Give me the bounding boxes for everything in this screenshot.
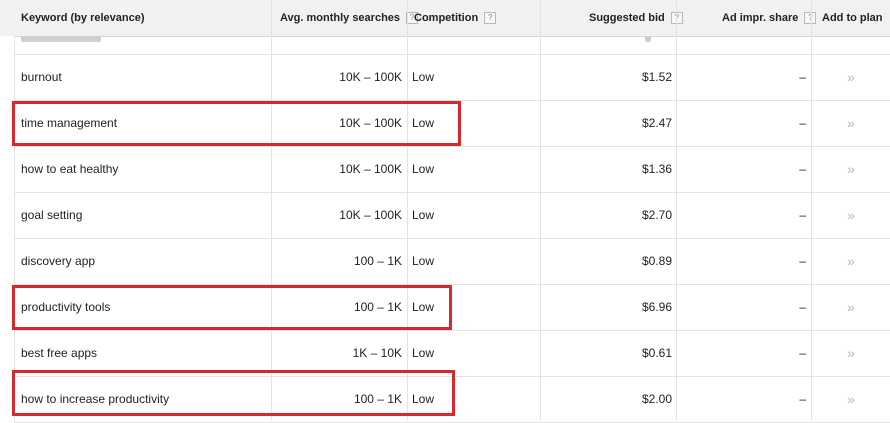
competition-cell: Low — [412, 392, 435, 406]
partial-text — [21, 36, 101, 42]
add-to-plan-icon[interactable]: » — [812, 192, 890, 238]
keyword-cell[interactable]: how to increase productivity — [21, 376, 169, 422]
add-to-plan-icon[interactable]: » — [812, 54, 890, 100]
competition-cell: Low — [412, 300, 435, 314]
column-header-impr-label: Ad impr. share — [722, 12, 799, 24]
add-to-plan-icon[interactable]: » — [812, 238, 890, 284]
column-header-competition[interactable]: Competition? — [414, 0, 497, 36]
keyword-cell[interactable]: productivity tools — [21, 284, 110, 330]
bid-cell: $2.70 — [641, 208, 672, 222]
bid-cell: $0.61 — [641, 346, 672, 360]
column-header-impr[interactable]: Ad impr. share? — [722, 0, 817, 36]
bid-cell: $2.00 — [641, 392, 672, 406]
keyword-cell[interactable]: burnout — [21, 54, 62, 100]
impr-share-cell: – — [799, 208, 806, 222]
searches-cell: 10K – 100K — [339, 70, 402, 84]
keyword-cell[interactable]: how to eat healthy — [21, 146, 118, 192]
bid-cell: $2.47 — [641, 116, 672, 130]
searches-cell: 1K – 10K — [352, 346, 402, 360]
column-header-searches[interactable]: Avg. monthly searches? — [280, 0, 419, 36]
impr-share-cell: – — [799, 162, 806, 176]
searches-cell: 10K – 100K — [339, 116, 402, 130]
table-row: discovery app 100 – 1K Low $0.89 –» — [0, 238, 890, 284]
add-to-plan-icon[interactable]: » — [812, 100, 890, 146]
table-row: time management 10K – 100K Low $2.47 –» — [0, 100, 890, 146]
competition-cell: Low — [412, 162, 435, 176]
searches-cell: 100 – 1K — [353, 254, 402, 268]
keyword-cell[interactable]: time management — [21, 100, 117, 146]
table-row: how to eat healthy 10K – 100K Low $1.36 –» — [0, 146, 890, 192]
table-row: goal setting 10K – 100K Low $2.70 –» — [0, 192, 890, 238]
competition-cell: Low — [412, 70, 435, 84]
add-to-plan-icon[interactable]: » — [812, 330, 890, 376]
competition-cell: Low — [412, 254, 435, 268]
column-header-bid[interactable]: Suggested bid? — [589, 0, 683, 36]
searches-cell: 100 – 1K — [353, 300, 402, 314]
searches-cell: 10K – 100K — [339, 162, 402, 176]
impr-share-cell: – — [799, 346, 806, 360]
impr-share-cell: – — [799, 116, 806, 130]
column-header-searches-label: Avg. monthly searches — [280, 12, 401, 24]
bid-cell: $0.89 — [641, 254, 672, 268]
add-to-plan-icon[interactable]: » — [812, 376, 890, 422]
column-header-keyword-label: Keyword (by relevance) — [21, 12, 145, 24]
table-row: burnout 10K – 100K Low $1.52 –» — [0, 54, 890, 100]
keyword-cell[interactable]: best free apps — [21, 330, 97, 376]
column-header-add-label: Add to plan — [822, 12, 883, 24]
impr-share-cell: – — [799, 392, 806, 406]
searches-cell: 100 – 1K — [353, 392, 402, 406]
column-header-bid-label: Suggested bid — [589, 12, 665, 24]
competition-cell: Low — [412, 208, 435, 222]
table-row: how to increase productivity 100 – 1K Low $… — [0, 376, 890, 422]
table-header: Keyword (by relevance) Avg. monthly sear… — [0, 0, 890, 37]
bid-cell: $1.52 — [641, 70, 672, 84]
impr-share-cell: – — [799, 70, 806, 84]
bid-cell: $6.96 — [641, 300, 672, 314]
keyword-cell[interactable]: discovery app — [21, 238, 95, 284]
searches-cell: 10K – 100K — [339, 208, 402, 222]
column-header-competition-label: Competition — [414, 12, 479, 24]
table-row-partial — [0, 36, 890, 54]
competition-cell: Low — [412, 346, 435, 360]
column-header-keyword[interactable]: Keyword (by relevance) — [21, 0, 145, 36]
partial-text — [645, 36, 651, 42]
column-header-add: Add to plan — [822, 0, 883, 36]
add-to-plan-icon[interactable]: » — [812, 146, 890, 192]
table-row: best free apps 1K – 10K Low $0.61 –» — [0, 330, 890, 376]
add-to-plan-icon[interactable]: » — [812, 284, 890, 330]
impr-share-cell: – — [799, 300, 806, 314]
table-row: productivity tools 100 – 1K Low $6.96 –» — [0, 284, 890, 330]
competition-cell: Low — [412, 116, 435, 130]
impr-share-cell: – — [799, 254, 806, 268]
help-icon[interactable]: ? — [484, 12, 497, 25]
keyword-cell[interactable]: goal setting — [21, 192, 82, 238]
bid-cell: $1.36 — [641, 162, 672, 176]
